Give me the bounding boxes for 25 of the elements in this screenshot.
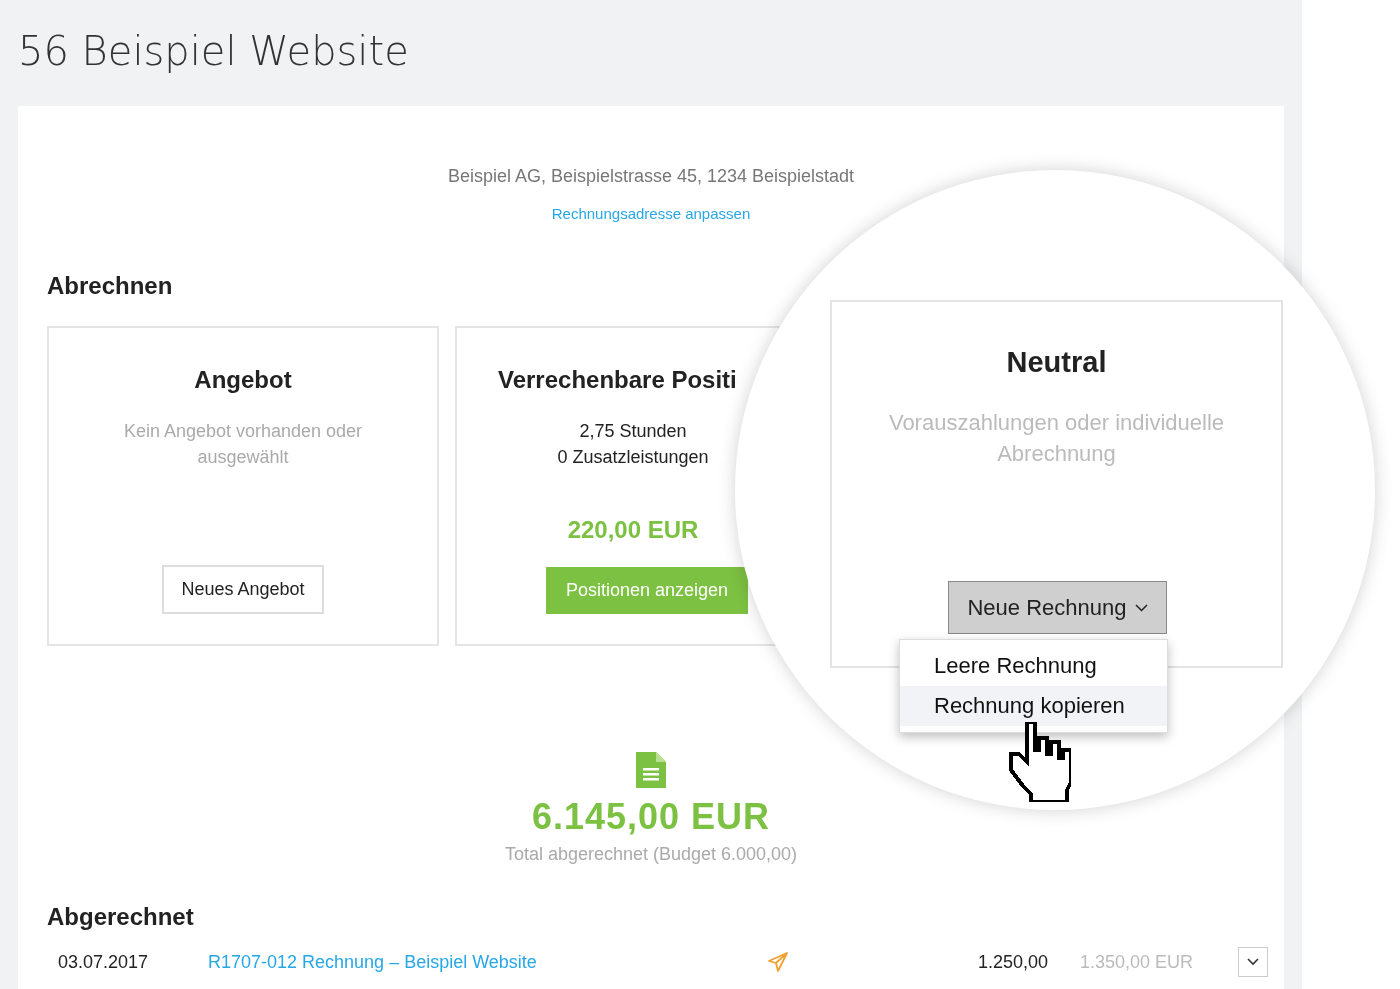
card-title: Neutral	[1006, 346, 1107, 379]
document-icon	[636, 752, 666, 788]
card-title: Angebot	[194, 366, 292, 394]
new-invoice-dropdown[interactable]: Neue Rechnung	[948, 581, 1167, 634]
net-amount: 1.250,00	[977, 951, 1048, 973]
page-title: 56 Beispiel Website	[18, 28, 410, 76]
gross-amount: 1.350,00 EUR	[1079, 951, 1194, 973]
billable-amount: 220,00 EUR	[567, 516, 699, 544]
total-caption: Total abgerechnet (Budget 6.000,00)	[504, 844, 798, 865]
menu-item[interactable]: Rechnung kopieren	[900, 686, 1167, 726]
chevron-down-icon	[1134, 603, 1148, 612]
position-summary: 2,75 Stunden	[578, 420, 688, 443]
total-amount: 6.145,00 EUR	[531, 796, 771, 838]
card-title: Verrechenbare Positi	[497, 366, 737, 394]
row-menu-button[interactable]	[1238, 947, 1268, 977]
card-description: Vorauszahlungen oder individuelle Abrechnung	[887, 409, 1226, 468]
position-summary: 0 Zusatzleistungen	[557, 446, 709, 469]
section-heading: Abgerechnet	[47, 903, 195, 931]
new-offer-button[interactable]: Neues Angebot	[162, 565, 324, 614]
billing-address: Beispiel AG, Beispielstrasse 45, 1234 Beispielstadt	[446, 166, 856, 187]
chevron-down-icon	[1247, 958, 1259, 966]
card-description: Kein Angebot vorhanden oder ausgewählt	[122, 420, 364, 469]
menu-item[interactable]: Leere Rechnung	[900, 646, 1167, 686]
section-heading: Abrechnen	[47, 272, 174, 300]
invoice-date: 03.07.2017	[58, 951, 150, 973]
